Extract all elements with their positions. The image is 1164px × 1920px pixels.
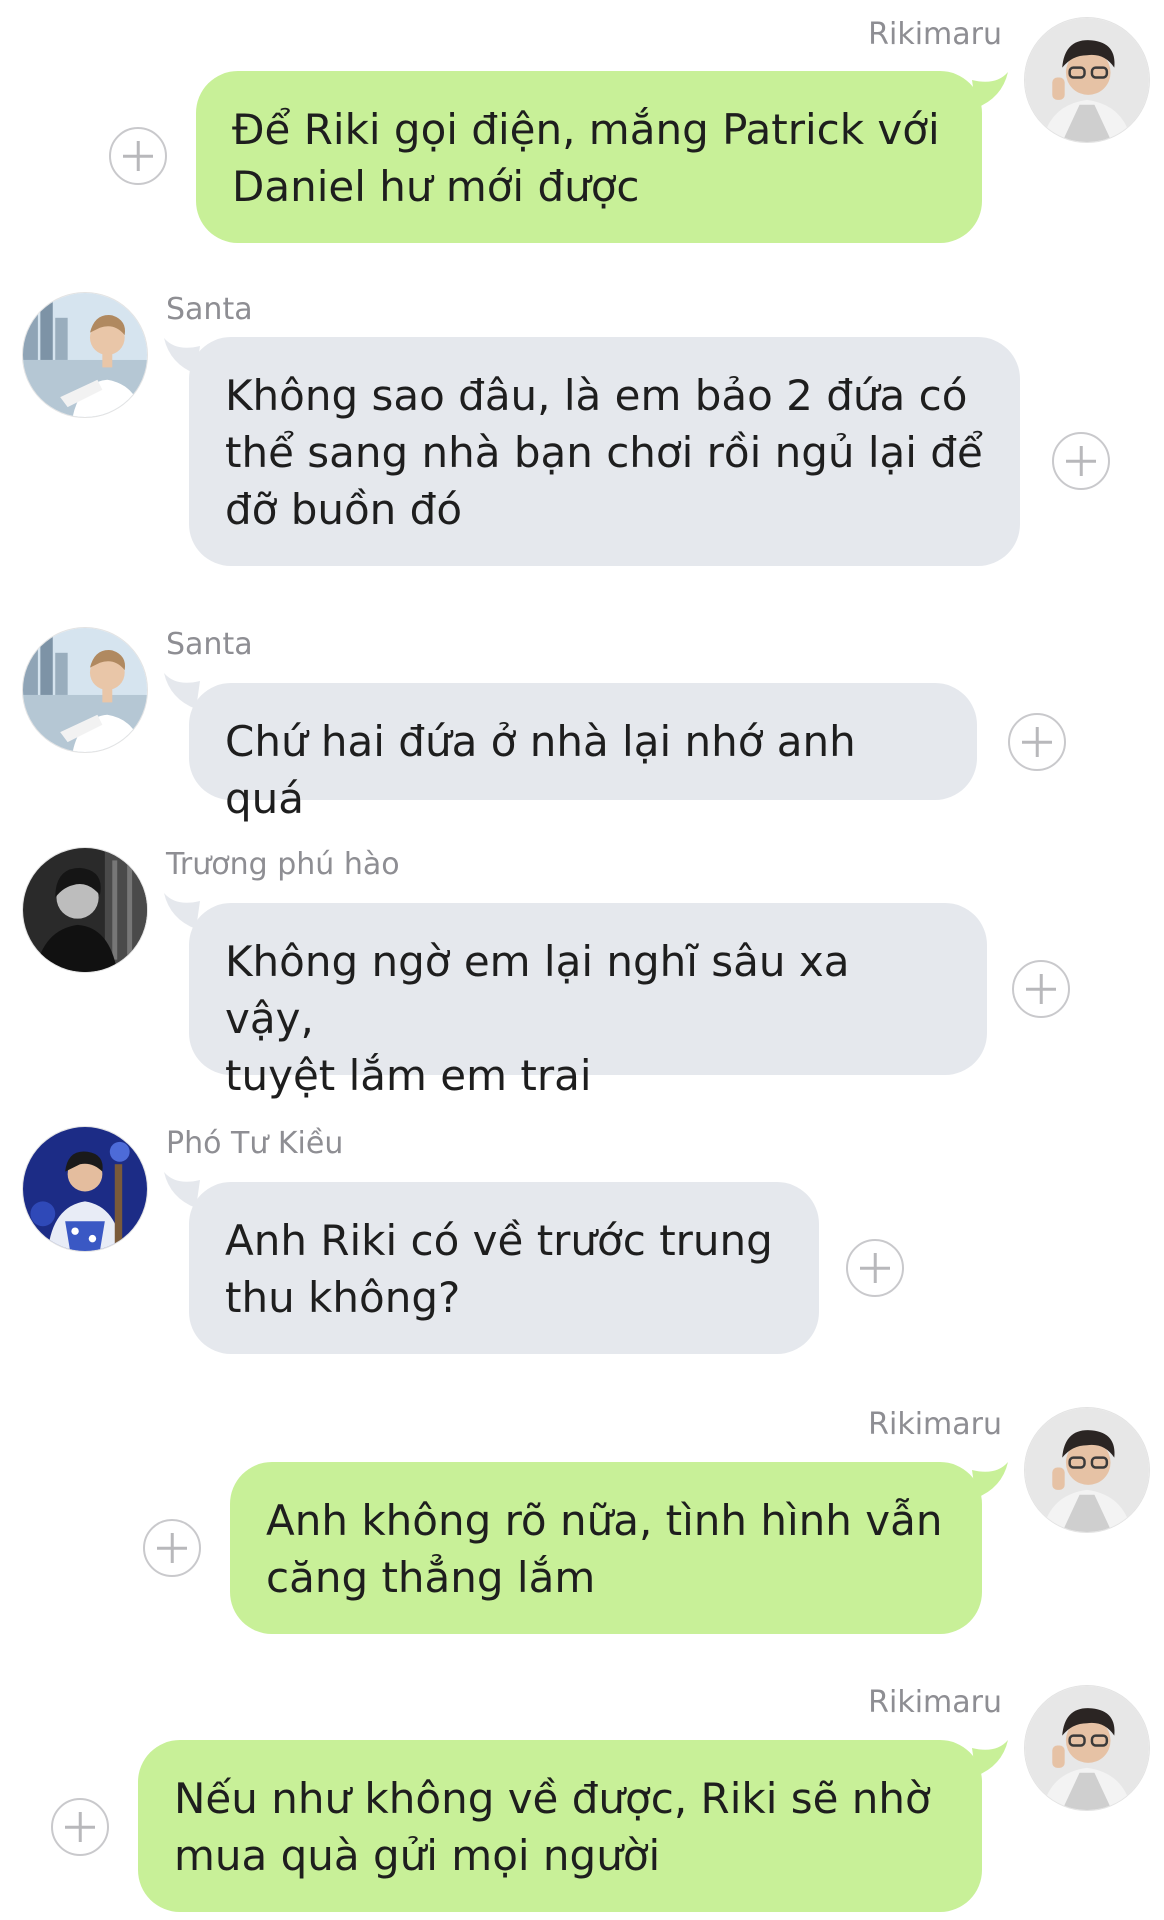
message-row: Trương phú hào Không ngờ em lại nghĩ sâu…: [0, 845, 1164, 1100]
sender-name: Rikimaru: [868, 17, 1002, 52]
message-row: Phó Tư Kiều Anh Riki có về trước trung t…: [0, 1124, 1164, 1364]
avatar-rikimaru-icon: [1025, 1686, 1149, 1810]
message-bubble[interactable]: Anh Riki có về trước trung thu không?: [189, 1182, 819, 1354]
message-text: Anh Riki có về trước trung thu không?: [225, 1216, 773, 1322]
avatar[interactable]: [1024, 1685, 1150, 1811]
avatar[interactable]: [22, 292, 148, 418]
avatar-santa-icon: [23, 293, 147, 417]
message-bubble[interactable]: Anh không rõ nữa, tình hình vẫn căng thẳ…: [230, 1462, 982, 1634]
sender-name: Rikimaru: [868, 1685, 1002, 1720]
message-row: Rikimaru Anh không rõ nữa, tình hình vẫn…: [0, 1390, 1164, 1640]
avatar[interactable]: [22, 847, 148, 973]
plus-circle-icon[interactable]: [1008, 713, 1066, 771]
avatar-rikimaru-icon: [1025, 18, 1149, 142]
avatar[interactable]: [22, 627, 148, 753]
message-bubble[interactable]: Chứ hai đứa ở nhà lại nhớ anh quá: [189, 683, 977, 823]
message-row: Rikimaru Nếu như không về được, Riki sẽ …: [0, 1668, 1164, 1918]
sender-name: Santa: [166, 292, 253, 327]
sender-name: Trương phú hào: [166, 847, 400, 882]
message-bubble[interactable]: Không ngờ em lại nghĩ sâu xa vậy, tuyệt …: [189, 903, 987, 1100]
plus-circle-icon[interactable]: [51, 1798, 109, 1856]
avatar[interactable]: [1024, 1407, 1150, 1533]
plus-circle-icon[interactable]: [1012, 960, 1070, 1018]
message-text: Để Riki gọi điện, mắng Patrick với Danie…: [232, 105, 940, 211]
avatar-rikimaru-icon: [1025, 1408, 1149, 1532]
message-row: Santa Chứ hai đứa ở nhà lại nhớ anh quá: [0, 625, 1164, 823]
message-text: Anh không rõ nữa, tình hình vẫn căng thẳ…: [266, 1496, 943, 1602]
message-bubble[interactable]: Nếu như không về được, Riki sẽ nhờ mua q…: [138, 1740, 982, 1912]
avatar-santa-icon: [23, 628, 147, 752]
avatar-pho-tu-kieu-icon: [23, 1127, 147, 1251]
sender-name: Santa: [166, 627, 253, 662]
avatar[interactable]: [1024, 17, 1150, 143]
plus-circle-icon[interactable]: [1052, 432, 1110, 490]
plus-circle-icon[interactable]: [846, 1239, 904, 1297]
message-text: Không sao đâu, là em bảo 2 đứa có thể sa…: [225, 371, 983, 534]
message-row: Santa Không sao đâu, là em bảo 2 đứa có …: [0, 290, 1164, 590]
message-text: Không ngờ em lại nghĩ sâu xa vậy, tuyệt …: [225, 937, 850, 1100]
plus-circle-icon[interactable]: [109, 127, 167, 185]
avatar-truong-phu-hao-icon: [23, 848, 147, 972]
message-bubble[interactable]: Không sao đâu, là em bảo 2 đứa có thể sa…: [189, 337, 1020, 566]
avatar[interactable]: [22, 1126, 148, 1252]
plus-circle-icon[interactable]: [143, 1519, 201, 1577]
message-bubble[interactable]: Để Riki gọi điện, mắng Patrick với Danie…: [196, 71, 982, 243]
sender-name: Phó Tư Kiều: [166, 1126, 344, 1161]
message-row: Rikimaru Để Riki gọi điện, mắng Patrick …: [0, 0, 1164, 250]
message-text: Nếu như không về được, Riki sẽ nhờ mua q…: [174, 1774, 931, 1880]
sender-name: Rikimaru: [868, 1407, 1002, 1442]
message-text: Chứ hai đứa ở nhà lại nhớ anh quá: [225, 717, 856, 823]
